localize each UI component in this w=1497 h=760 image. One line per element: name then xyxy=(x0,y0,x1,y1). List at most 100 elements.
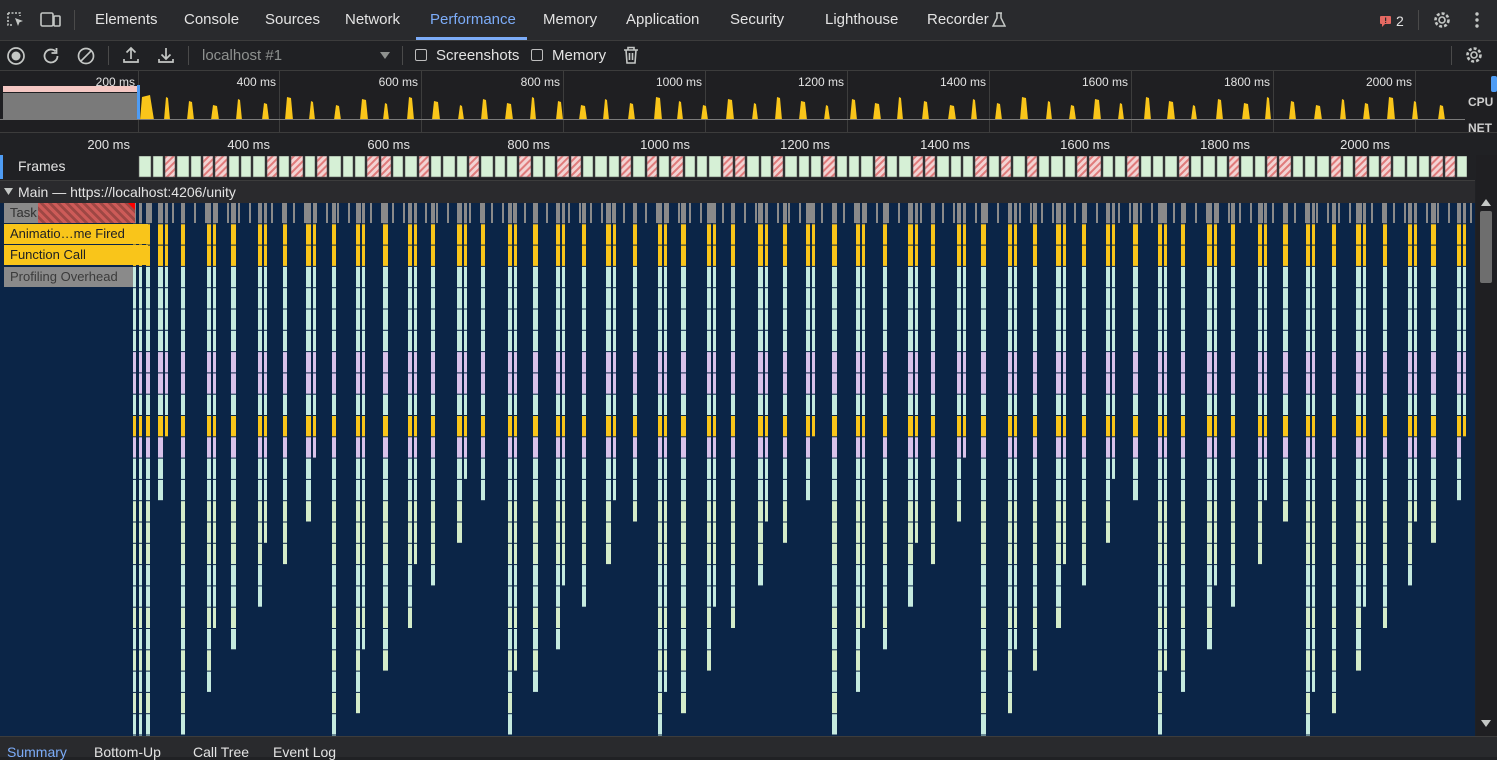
flame-slice[interactable] xyxy=(356,394,360,415)
task-tick[interactable] xyxy=(920,203,922,223)
flame-slice[interactable] xyxy=(1207,607,1212,628)
flame-slice[interactable] xyxy=(306,373,311,394)
task-tick[interactable] xyxy=(161,203,163,223)
flame-slice[interactable] xyxy=(1164,245,1167,266)
flame-slice[interactable] xyxy=(457,288,462,309)
flame-slice[interactable] xyxy=(414,352,417,373)
flame-slice[interactable] xyxy=(1063,479,1066,501)
flame-slice[interactable] xyxy=(658,458,662,479)
flame-slice[interactable] xyxy=(231,586,236,607)
flame-slice[interactable] xyxy=(664,650,667,671)
flame-slice[interactable] xyxy=(883,629,887,650)
flame-slice[interactable] xyxy=(832,245,837,266)
flame-slice[interactable] xyxy=(139,629,142,650)
flame-slice[interactable] xyxy=(1283,416,1288,437)
flame-slice[interactable] xyxy=(1133,416,1138,437)
flame-slice[interactable] xyxy=(758,479,763,501)
flame-slice[interactable] xyxy=(1312,629,1315,650)
flame-slice[interactable] xyxy=(1181,352,1185,373)
flame-slice[interactable] xyxy=(431,522,435,543)
flame-slice[interactable] xyxy=(1457,288,1461,309)
flame-slice[interactable] xyxy=(862,309,865,330)
flame-slice[interactable] xyxy=(812,224,815,245)
flame-slice[interactable] xyxy=(464,437,467,458)
flame-slice[interactable] xyxy=(1312,203,1315,224)
flame-slice[interactable] xyxy=(231,522,236,543)
flame-slice[interactable] xyxy=(681,266,686,288)
flame-slice[interactable] xyxy=(1414,266,1417,288)
flame-slice[interactable] xyxy=(1112,458,1115,479)
flame-slice[interactable] xyxy=(1363,245,1366,266)
flame-slice[interactable] xyxy=(1306,522,1310,543)
flame-slice[interactable] xyxy=(883,394,887,415)
flame-slice[interactable] xyxy=(1283,309,1288,330)
flame-slice[interactable] xyxy=(1014,586,1017,607)
flame-slice[interactable] xyxy=(633,224,637,245)
flame-slice[interactable] xyxy=(1408,543,1412,565)
flame-slice[interactable] xyxy=(1363,224,1366,245)
flame-slice[interactable] xyxy=(1082,224,1086,245)
task-tick[interactable] xyxy=(568,203,570,223)
tab-console[interactable]: Console xyxy=(184,0,239,40)
flame-slice[interactable] xyxy=(1033,607,1037,628)
flame-slice[interactable] xyxy=(258,394,262,415)
flame-slice[interactable] xyxy=(533,586,538,607)
flame-slice[interactable] xyxy=(533,288,538,309)
flame-slice[interactable] xyxy=(731,352,735,373)
flame-slice[interactable] xyxy=(562,416,565,437)
flame-slice[interactable] xyxy=(1164,416,1167,437)
reload-record-icon[interactable] xyxy=(41,46,61,66)
flame-slice[interactable] xyxy=(356,501,360,522)
flame-slice[interactable] xyxy=(658,586,662,607)
flame-slice[interactable] xyxy=(1082,565,1086,586)
flame-slice[interactable] xyxy=(464,288,467,309)
flame-slice[interactable] xyxy=(1431,394,1436,415)
flame-slice[interactable] xyxy=(1158,479,1162,501)
flame-slice[interactable] xyxy=(957,309,961,330)
flame-slice[interactable] xyxy=(883,330,887,352)
flame-slice[interactable] xyxy=(408,394,412,415)
flame-slice[interactable] xyxy=(1356,352,1361,373)
flame-slice[interactable] xyxy=(231,224,236,245)
flame-slice[interactable] xyxy=(1063,458,1066,479)
flame-slice[interactable] xyxy=(356,288,360,309)
flame-slice[interactable] xyxy=(1207,245,1212,266)
flame-slice[interactable] xyxy=(963,266,966,288)
task-tick[interactable] xyxy=(359,203,361,223)
flame-slice[interactable] xyxy=(582,394,586,415)
flame-slice[interactable] xyxy=(258,437,262,458)
flame-slice[interactable] xyxy=(957,352,961,373)
flame-slice[interactable] xyxy=(915,352,918,373)
task-tick[interactable] xyxy=(1360,203,1362,223)
flame-slice[interactable] xyxy=(963,245,966,266)
flame-slice[interactable] xyxy=(332,352,336,373)
flame-slice[interactable] xyxy=(306,479,311,501)
flame-slice[interactable] xyxy=(1033,309,1037,330)
flame-slice[interactable] xyxy=(931,266,935,288)
flame-slice[interactable] xyxy=(139,607,142,628)
flame-slice[interactable] xyxy=(1063,245,1066,266)
flame-slice[interactable] xyxy=(1414,352,1417,373)
task-tick[interactable] xyxy=(689,203,691,223)
flame-slice[interactable] xyxy=(713,479,716,501)
flame-slice[interactable] xyxy=(1363,203,1366,224)
frame[interactable] xyxy=(1102,156,1114,178)
flame-slice[interactable] xyxy=(431,203,435,224)
flame-slice[interactable] xyxy=(146,330,150,352)
flame-slice[interactable] xyxy=(414,245,417,266)
flame-slice[interactable] xyxy=(158,458,163,479)
flame-slice[interactable] xyxy=(264,203,267,224)
flame-slice[interactable] xyxy=(1306,501,1310,522)
flame-slice[interactable] xyxy=(231,501,236,522)
flame-slice[interactable] xyxy=(231,629,236,650)
frame[interactable] xyxy=(240,156,252,178)
flame-slice[interactable] xyxy=(556,224,560,245)
flame-slice[interactable] xyxy=(806,245,810,266)
flame-slice[interactable] xyxy=(1014,394,1017,415)
flame-slice[interactable] xyxy=(362,309,365,330)
flame-slice[interactable] xyxy=(981,692,986,714)
main-flame-chart[interactable]: Task Task Animatio…me Fired Function Cal… xyxy=(0,203,1475,736)
flame-slice[interactable] xyxy=(556,288,560,309)
flame-slice[interactable] xyxy=(957,245,961,266)
flame-slice[interactable] xyxy=(1214,224,1217,245)
